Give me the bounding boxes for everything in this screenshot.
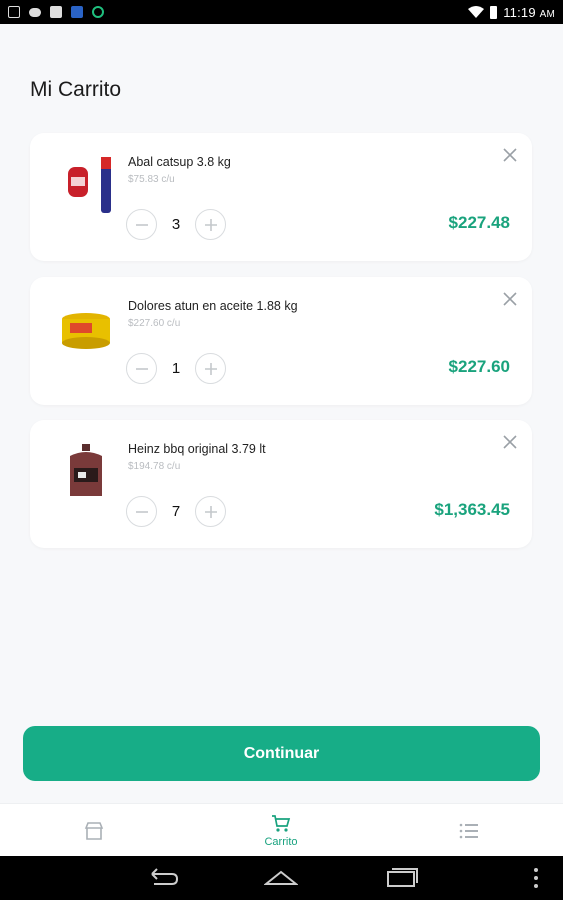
page-title: Mi Carrito <box>30 78 122 101</box>
product-image <box>70 444 102 496</box>
wifi-icon <box>468 6 485 18</box>
recents-icon[interactable] <box>384 866 418 890</box>
unit-price: $227.60 c/u <box>128 318 181 329</box>
home-icon[interactable] <box>264 866 298 890</box>
cart-icon <box>272 814 291 832</box>
battery-icon <box>490 5 498 19</box>
close-icon[interactable] <box>502 434 518 450</box>
increase-button[interactable] <box>195 353 226 384</box>
nav-label-cart: Carrito <box>264 835 298 848</box>
app-badge-icon <box>92 6 104 18</box>
item-total: $1,363.45 <box>434 500 510 519</box>
minus-icon <box>135 367 148 370</box>
system-nav-bar <box>0 856 563 900</box>
nav-item-store[interactable] <box>34 804 154 857</box>
unit-price: $75.83 c/u <box>128 174 175 185</box>
quantity-value: 7 <box>171 503 181 520</box>
photo-icon <box>8 6 20 18</box>
minus-icon <box>135 510 148 513</box>
decrease-button[interactable] <box>126 496 157 527</box>
plus-icon <box>204 218 217 231</box>
product-name: Abal catsup 3.8 kg <box>128 155 231 169</box>
cart-item: Abal catsup 3.8 kg $75.83 c/u 3 $227.48 <box>30 133 532 261</box>
increase-button[interactable] <box>195 496 226 527</box>
list-icon <box>459 823 478 838</box>
clock: 11:19 AM <box>503 5 555 20</box>
cloud-upload-icon <box>29 7 41 17</box>
nav-item-list[interactable] <box>409 804 529 857</box>
quantity-stepper: 1 <box>126 353 226 384</box>
close-icon[interactable] <box>502 291 518 307</box>
plus-icon <box>204 362 217 375</box>
screen-icon <box>50 6 62 18</box>
app-notification-icon <box>71 6 83 18</box>
store-icon <box>84 821 104 840</box>
quantity-value: 3 <box>171 216 181 233</box>
clock-ampm: AM <box>539 8 555 20</box>
quantity-value: 1 <box>171 360 181 377</box>
more-options-icon[interactable] <box>530 866 542 890</box>
close-icon[interactable] <box>502 147 518 163</box>
minus-icon <box>135 223 148 226</box>
quantity-stepper: 3 <box>126 209 226 240</box>
nav-item-cart[interactable]: Carrito <box>221 804 341 857</box>
cart-item: Heinz bbq original 3.79 lt $194.78 c/u 7… <box>30 420 532 548</box>
decrease-button[interactable] <box>126 209 157 240</box>
item-total: $227.48 <box>448 213 510 232</box>
back-icon[interactable] <box>146 866 180 890</box>
clock-time: 11:19 <box>503 4 536 20</box>
continue-button[interactable]: Continuar <box>23 726 540 781</box>
product-image <box>68 157 111 213</box>
product-name: Heinz bbq original 3.79 lt <box>128 442 266 456</box>
unit-price: $194.78 c/u <box>128 461 181 472</box>
cart-item: Dolores atun en aceite 1.88 kg $227.60 c… <box>30 277 532 405</box>
increase-button[interactable] <box>195 209 226 240</box>
notification-icons <box>8 6 104 18</box>
quantity-stepper: 7 <box>126 496 226 527</box>
status-bar: 11:19 AM <box>0 0 563 24</box>
product-image <box>62 313 110 349</box>
item-total: $227.60 <box>448 357 510 376</box>
product-name: Dolores atun en aceite 1.88 kg <box>128 299 298 313</box>
bottom-nav: Carrito <box>0 803 563 856</box>
plus-icon <box>204 505 217 518</box>
decrease-button[interactable] <box>126 353 157 384</box>
